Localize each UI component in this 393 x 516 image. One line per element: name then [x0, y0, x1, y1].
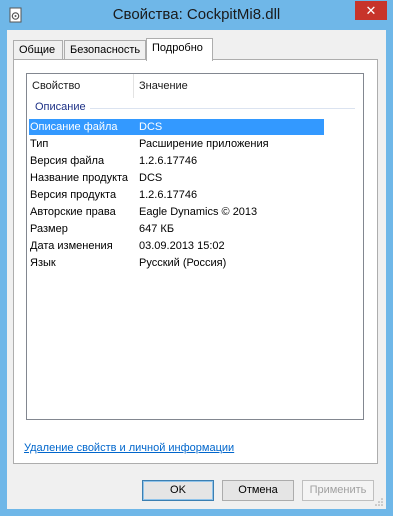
column-header-property[interactable]: Свойство	[27, 74, 134, 98]
window-title: Свойства: CockpitMi8.dll	[112, 6, 281, 23]
group-label: Описание	[35, 101, 90, 113]
column-header-value[interactable]: Значение	[134, 74, 363, 98]
remove-properties-link[interactable]: Удаление свойств и личной информации	[24, 442, 234, 454]
ok-button[interactable]: OK	[142, 480, 214, 501]
title-bar[interactable]: Свойства: CockpitMi8.dll ✕	[0, 0, 393, 30]
property-name: Описание файла	[30, 121, 118, 133]
properties-list[interactable]: Свойство Значение Описание Описание файл…	[26, 73, 364, 420]
property-value: 1.2.6.17746	[139, 155, 198, 167]
list-item[interactable]: Язык Русский (Россия)	[29, 255, 324, 271]
property-name: Авторские права	[30, 206, 116, 218]
list-item[interactable]: Дата изменения 03.09.2013 15:02	[29, 238, 324, 254]
property-name: Тип	[30, 138, 49, 150]
list-item[interactable]: Версия файла 1.2.6.17746	[29, 153, 324, 169]
property-value: DCS	[139, 172, 163, 184]
close-button[interactable]: ✕	[355, 1, 387, 20]
property-name: Название продукта	[30, 172, 129, 184]
property-name: Версия продукта	[30, 189, 117, 201]
property-value: DCS	[139, 121, 163, 133]
list-item[interactable]: Версия продукта 1.2.6.17746	[29, 187, 324, 203]
property-value: Расширение приложения	[139, 138, 269, 150]
property-value: Русский (Россия)	[139, 257, 227, 269]
tab-security[interactable]: Безопасность	[64, 40, 146, 59]
details-panel: Свойство Значение Описание Описание файл…	[13, 59, 378, 464]
tab-general[interactable]: Общие	[13, 40, 63, 59]
close-icon: ✕	[365, 3, 377, 18]
property-name: Версия файла	[30, 155, 105, 167]
list-item[interactable]: Авторские права Eagle Dynamics © 2013	[29, 204, 324, 220]
group-header-description: Описание	[35, 101, 355, 115]
apply-button: Применить	[302, 480, 374, 501]
property-name: Язык	[30, 257, 56, 269]
properties-dialog: Свойства: CockpitMi8.dll ✕ Общие Безопас…	[0, 0, 393, 516]
property-value: 647 КБ	[139, 223, 175, 235]
property-value: 1.2.6.17746	[139, 189, 198, 201]
tab-details[interactable]: Подробно	[146, 38, 213, 61]
property-name: Дата изменения	[30, 240, 113, 252]
list-item[interactable]: Описание файла DCS	[29, 119, 324, 135]
property-value: 03.09.2013 15:02	[139, 240, 225, 252]
property-value: Eagle Dynamics © 2013	[139, 206, 258, 218]
list-item[interactable]: Тип Расширение приложения	[29, 136, 324, 152]
cancel-button[interactable]: Отмена	[222, 480, 294, 501]
property-name: Размер	[30, 223, 68, 235]
dialog-body: Общие Безопасность Подробно Свойство Зна…	[7, 30, 386, 509]
resize-grip-icon[interactable]	[374, 497, 384, 507]
list-item[interactable]: Размер 647 КБ	[29, 221, 324, 237]
list-item[interactable]: Название продукта DCS	[29, 170, 324, 186]
list-header: Свойство Значение	[27, 74, 363, 98]
